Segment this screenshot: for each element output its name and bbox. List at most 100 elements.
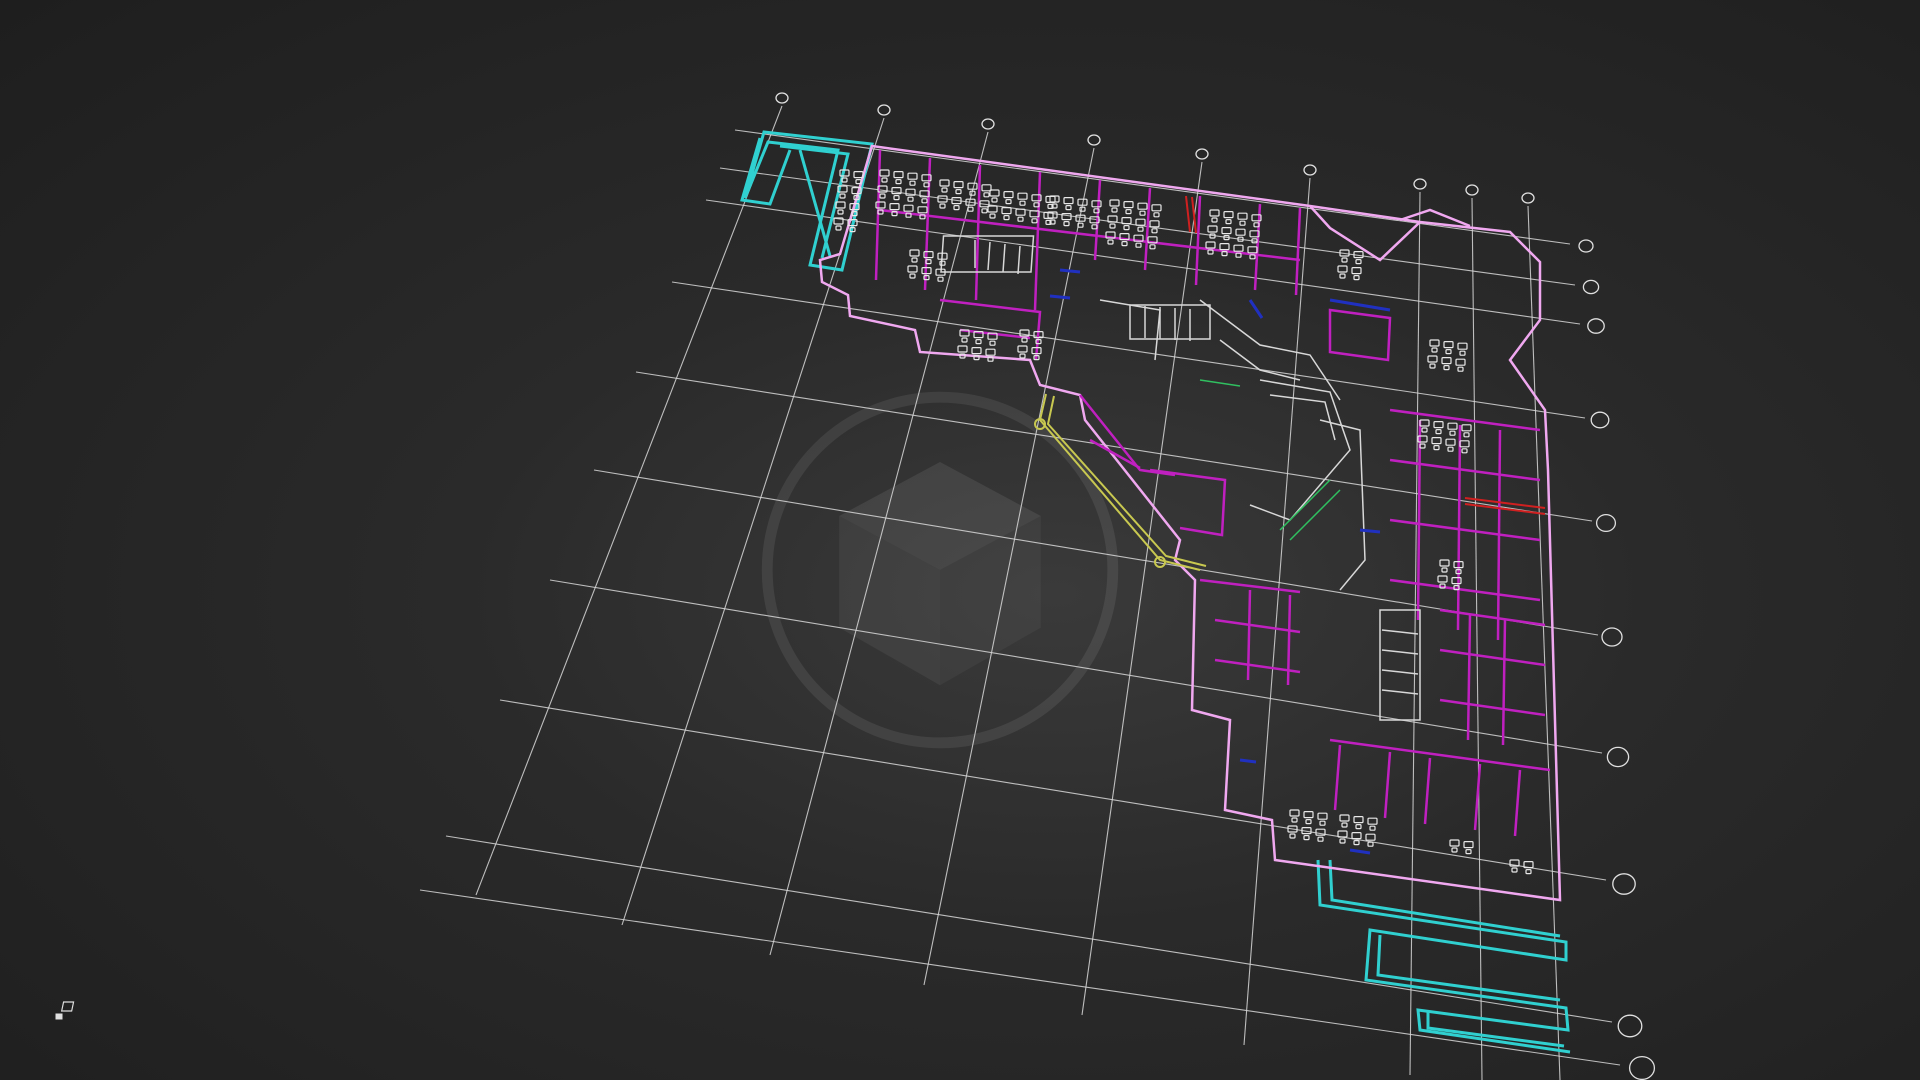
chair xyxy=(1339,838,1346,844)
chair xyxy=(941,187,948,193)
desk xyxy=(1351,267,1362,275)
chair xyxy=(911,257,918,263)
chair xyxy=(893,195,900,201)
grid-bubble-row xyxy=(1612,873,1636,895)
desk xyxy=(917,206,928,214)
desk xyxy=(835,201,846,209)
chair xyxy=(1151,228,1158,234)
desk xyxy=(1303,810,1314,819)
chair xyxy=(1135,242,1142,248)
chair xyxy=(1465,848,1472,855)
desk xyxy=(907,265,918,273)
desk xyxy=(1445,438,1456,446)
desk xyxy=(1063,197,1074,205)
grid-bubble-row xyxy=(1582,279,1600,295)
chair xyxy=(1429,363,1436,369)
desk xyxy=(1135,218,1146,226)
desk xyxy=(1461,424,1472,432)
chair xyxy=(1341,822,1348,828)
grid-line-column xyxy=(1081,161,1203,1016)
chair xyxy=(1433,445,1440,451)
chair xyxy=(1021,337,1028,343)
chair xyxy=(961,337,968,343)
grid-bubble-row xyxy=(1578,239,1594,253)
desk xyxy=(1447,422,1458,430)
chair xyxy=(989,340,996,346)
grid-bubble-row xyxy=(1617,1014,1643,1038)
building-outline xyxy=(818,144,1562,902)
desk xyxy=(1367,817,1378,825)
chair xyxy=(1303,834,1310,841)
chair xyxy=(1369,825,1376,831)
chair xyxy=(1125,209,1132,215)
chair xyxy=(1019,200,1026,206)
chair xyxy=(1431,347,1438,353)
grid-bubble-column xyxy=(1465,184,1479,196)
chair xyxy=(879,193,886,199)
chair xyxy=(1459,350,1466,356)
grid-line-column xyxy=(1527,205,1561,1080)
chair xyxy=(973,355,980,361)
chair xyxy=(1211,217,1218,223)
chair xyxy=(1079,206,1086,212)
chair xyxy=(919,214,926,220)
viewcube-icon[interactable] xyxy=(54,1000,82,1024)
chair xyxy=(895,179,902,185)
chair xyxy=(1031,218,1038,224)
chair xyxy=(1239,220,1246,226)
desk xyxy=(1151,204,1162,212)
curtain-wall-north xyxy=(740,130,874,272)
desk xyxy=(1449,839,1460,847)
chair xyxy=(983,192,990,198)
desk xyxy=(1123,201,1134,209)
grid-bubble-column xyxy=(981,118,995,130)
grid-bubble-column xyxy=(1195,148,1209,160)
chair xyxy=(1463,432,1470,438)
chair xyxy=(953,205,960,211)
desk xyxy=(939,179,950,187)
chair xyxy=(1249,254,1256,260)
desk xyxy=(1233,244,1244,252)
chair xyxy=(969,190,976,196)
chair xyxy=(975,339,982,345)
floorplan-scene[interactable] xyxy=(0,0,1920,1080)
desk xyxy=(1289,809,1300,817)
desk xyxy=(1137,202,1148,210)
chair xyxy=(1221,251,1228,257)
grid-bubble-row xyxy=(1590,411,1610,429)
chair xyxy=(1319,820,1326,826)
desk xyxy=(1353,815,1364,824)
chair xyxy=(1235,252,1242,258)
chair xyxy=(1451,847,1458,853)
chair xyxy=(987,356,994,362)
grid-line-row xyxy=(549,579,1603,754)
desk xyxy=(893,171,904,179)
chair xyxy=(939,260,946,266)
desk xyxy=(1207,225,1218,233)
desk xyxy=(967,182,978,190)
chair xyxy=(1149,244,1156,250)
desk xyxy=(953,181,964,189)
chair xyxy=(1305,818,1312,825)
chair xyxy=(955,189,962,195)
desk xyxy=(1223,211,1234,219)
desk xyxy=(1365,833,1376,841)
chair xyxy=(921,198,928,204)
chair xyxy=(907,196,914,202)
desk xyxy=(879,169,890,177)
desk xyxy=(1337,265,1348,273)
chair xyxy=(835,225,842,231)
grid-line-column xyxy=(923,147,1095,986)
chair xyxy=(905,212,912,218)
chair xyxy=(1111,207,1118,213)
chair xyxy=(1317,836,1324,842)
desk xyxy=(907,172,918,180)
model-viewport[interactable] xyxy=(0,0,1920,1080)
grid-bubble-row xyxy=(1595,513,1617,533)
chair xyxy=(837,209,844,215)
desk xyxy=(971,347,982,355)
desk xyxy=(1427,355,1438,363)
desk xyxy=(1441,357,1452,365)
chair xyxy=(1065,205,1072,211)
chair xyxy=(1461,448,1468,454)
